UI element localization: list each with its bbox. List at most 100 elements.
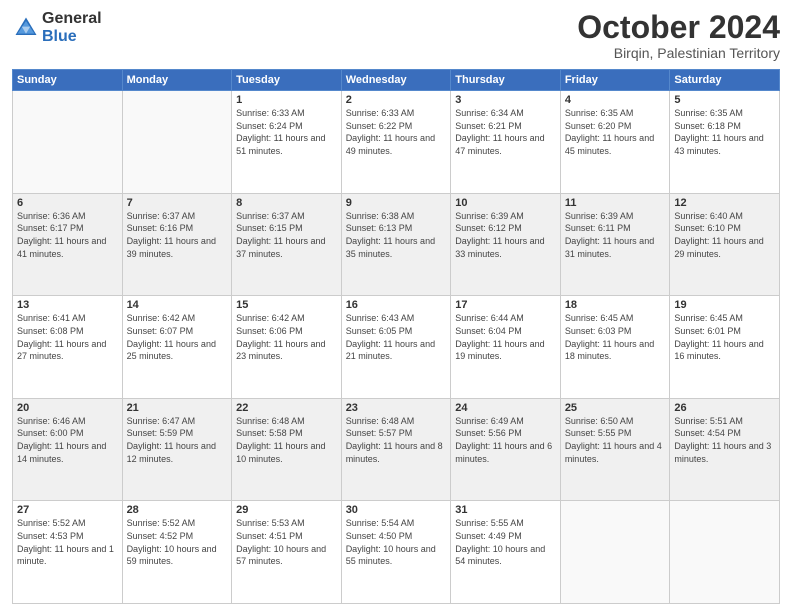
day-info: Sunrise: 6:43 AM Sunset: 6:05 PM Dayligh… [346, 312, 447, 362]
day-number: 24 [455, 402, 556, 414]
table-row: 20Sunrise: 6:46 AM Sunset: 6:00 PM Dayli… [13, 398, 123, 501]
day-info: Sunrise: 6:37 AM Sunset: 6:16 PM Dayligh… [127, 210, 228, 260]
day-number: 15 [236, 299, 337, 311]
day-info: Sunrise: 6:38 AM Sunset: 6:13 PM Dayligh… [346, 210, 447, 260]
day-number: 7 [127, 197, 228, 209]
col-monday: Monday [122, 70, 232, 91]
table-row: 7Sunrise: 6:37 AM Sunset: 6:16 PM Daylig… [122, 193, 232, 296]
day-number: 5 [674, 94, 775, 106]
calendar-week-row: 1Sunrise: 6:33 AM Sunset: 6:24 PM Daylig… [13, 91, 780, 194]
table-row: 2Sunrise: 6:33 AM Sunset: 6:22 PM Daylig… [341, 91, 451, 194]
table-row: 13Sunrise: 6:41 AM Sunset: 6:08 PM Dayli… [13, 296, 123, 399]
table-row: 14Sunrise: 6:42 AM Sunset: 6:07 PM Dayli… [122, 296, 232, 399]
title-block: October 2024 Birqin, Palestinian Territo… [577, 10, 780, 61]
table-row: 23Sunrise: 6:48 AM Sunset: 5:57 PM Dayli… [341, 398, 451, 501]
table-row: 30Sunrise: 5:54 AM Sunset: 4:50 PM Dayli… [341, 501, 451, 604]
day-info: Sunrise: 6:50 AM Sunset: 5:55 PM Dayligh… [565, 415, 666, 465]
table-row: 11Sunrise: 6:39 AM Sunset: 6:11 PM Dayli… [560, 193, 670, 296]
table-row: 17Sunrise: 6:44 AM Sunset: 6:04 PM Dayli… [451, 296, 561, 399]
table-row: 19Sunrise: 6:45 AM Sunset: 6:01 PM Dayli… [670, 296, 780, 399]
table-row: 10Sunrise: 6:39 AM Sunset: 6:12 PM Dayli… [451, 193, 561, 296]
table-row [560, 501, 670, 604]
day-number: 6 [17, 197, 118, 209]
day-info: Sunrise: 6:46 AM Sunset: 6:00 PM Dayligh… [17, 415, 118, 465]
day-number: 13 [17, 299, 118, 311]
logo-blue: Blue [42, 28, 102, 46]
table-row: 22Sunrise: 6:48 AM Sunset: 5:58 PM Dayli… [232, 398, 342, 501]
day-info: Sunrise: 6:44 AM Sunset: 6:04 PM Dayligh… [455, 312, 556, 362]
day-number: 25 [565, 402, 666, 414]
day-info: Sunrise: 5:54 AM Sunset: 4:50 PM Dayligh… [346, 517, 447, 567]
day-info: Sunrise: 6:45 AM Sunset: 6:03 PM Dayligh… [565, 312, 666, 362]
month-title: October 2024 [577, 10, 780, 45]
table-row [13, 91, 123, 194]
day-number: 26 [674, 402, 775, 414]
table-row: 4Sunrise: 6:35 AM Sunset: 6:20 PM Daylig… [560, 91, 670, 194]
col-saturday: Saturday [670, 70, 780, 91]
day-number: 20 [17, 402, 118, 414]
table-row: 12Sunrise: 6:40 AM Sunset: 6:10 PM Dayli… [670, 193, 780, 296]
day-info: Sunrise: 6:36 AM Sunset: 6:17 PM Dayligh… [17, 210, 118, 260]
table-row: 24Sunrise: 6:49 AM Sunset: 5:56 PM Dayli… [451, 398, 561, 501]
day-number: 9 [346, 197, 447, 209]
day-number: 18 [565, 299, 666, 311]
day-number: 10 [455, 197, 556, 209]
table-row: 16Sunrise: 6:43 AM Sunset: 6:05 PM Dayli… [341, 296, 451, 399]
table-row: 31Sunrise: 5:55 AM Sunset: 4:49 PM Dayli… [451, 501, 561, 604]
day-info: Sunrise: 5:53 AM Sunset: 4:51 PM Dayligh… [236, 517, 337, 567]
day-number: 23 [346, 402, 447, 414]
col-thursday: Thursday [451, 70, 561, 91]
col-sunday: Sunday [13, 70, 123, 91]
day-number: 3 [455, 94, 556, 106]
day-info: Sunrise: 6:47 AM Sunset: 5:59 PM Dayligh… [127, 415, 228, 465]
table-row: 15Sunrise: 6:42 AM Sunset: 6:06 PM Dayli… [232, 296, 342, 399]
day-info: Sunrise: 5:52 AM Sunset: 4:52 PM Dayligh… [127, 517, 228, 567]
day-info: Sunrise: 6:33 AM Sunset: 6:24 PM Dayligh… [236, 107, 337, 157]
day-info: Sunrise: 6:33 AM Sunset: 6:22 PM Dayligh… [346, 107, 447, 157]
table-row [122, 91, 232, 194]
table-row: 28Sunrise: 5:52 AM Sunset: 4:52 PM Dayli… [122, 501, 232, 604]
page-header: General Blue October 2024 Birqin, Palest… [12, 10, 780, 61]
day-number: 19 [674, 299, 775, 311]
col-friday: Friday [560, 70, 670, 91]
day-info: Sunrise: 6:37 AM Sunset: 6:15 PM Dayligh… [236, 210, 337, 260]
logo-icon [12, 14, 40, 42]
table-row [670, 501, 780, 604]
day-number: 17 [455, 299, 556, 311]
day-info: Sunrise: 6:41 AM Sunset: 6:08 PM Dayligh… [17, 312, 118, 362]
day-info: Sunrise: 5:55 AM Sunset: 4:49 PM Dayligh… [455, 517, 556, 567]
day-info: Sunrise: 6:49 AM Sunset: 5:56 PM Dayligh… [455, 415, 556, 465]
table-row: 3Sunrise: 6:34 AM Sunset: 6:21 PM Daylig… [451, 91, 561, 194]
day-info: Sunrise: 6:39 AM Sunset: 6:12 PM Dayligh… [455, 210, 556, 260]
day-info: Sunrise: 6:48 AM Sunset: 5:58 PM Dayligh… [236, 415, 337, 465]
table-row: 5Sunrise: 6:35 AM Sunset: 6:18 PM Daylig… [670, 91, 780, 194]
day-number: 4 [565, 94, 666, 106]
table-row: 6Sunrise: 6:36 AM Sunset: 6:17 PM Daylig… [13, 193, 123, 296]
calendar-week-row: 20Sunrise: 6:46 AM Sunset: 6:00 PM Dayli… [13, 398, 780, 501]
logo: General Blue [12, 10, 102, 45]
table-row: 26Sunrise: 5:51 AM Sunset: 4:54 PM Dayli… [670, 398, 780, 501]
location: Birqin, Palestinian Territory [577, 45, 780, 61]
calendar-week-row: 6Sunrise: 6:36 AM Sunset: 6:17 PM Daylig… [13, 193, 780, 296]
day-info: Sunrise: 6:45 AM Sunset: 6:01 PM Dayligh… [674, 312, 775, 362]
day-info: Sunrise: 6:39 AM Sunset: 6:11 PM Dayligh… [565, 210, 666, 260]
calendar-week-row: 27Sunrise: 5:52 AM Sunset: 4:53 PM Dayli… [13, 501, 780, 604]
day-number: 30 [346, 504, 447, 516]
day-number: 29 [236, 504, 337, 516]
day-info: Sunrise: 6:42 AM Sunset: 6:06 PM Dayligh… [236, 312, 337, 362]
table-row: 21Sunrise: 6:47 AM Sunset: 5:59 PM Dayli… [122, 398, 232, 501]
day-info: Sunrise: 6:34 AM Sunset: 6:21 PM Dayligh… [455, 107, 556, 157]
day-number: 22 [236, 402, 337, 414]
day-number: 12 [674, 197, 775, 209]
day-number: 27 [17, 504, 118, 516]
logo-general: General [42, 10, 102, 28]
header-row: Sunday Monday Tuesday Wednesday Thursday… [13, 70, 780, 91]
day-info: Sunrise: 6:42 AM Sunset: 6:07 PM Dayligh… [127, 312, 228, 362]
day-number: 16 [346, 299, 447, 311]
day-info: Sunrise: 6:35 AM Sunset: 6:18 PM Dayligh… [674, 107, 775, 157]
day-number: 8 [236, 197, 337, 209]
day-number: 31 [455, 504, 556, 516]
day-number: 1 [236, 94, 337, 106]
table-row: 9Sunrise: 6:38 AM Sunset: 6:13 PM Daylig… [341, 193, 451, 296]
table-row: 27Sunrise: 5:52 AM Sunset: 4:53 PM Dayli… [13, 501, 123, 604]
